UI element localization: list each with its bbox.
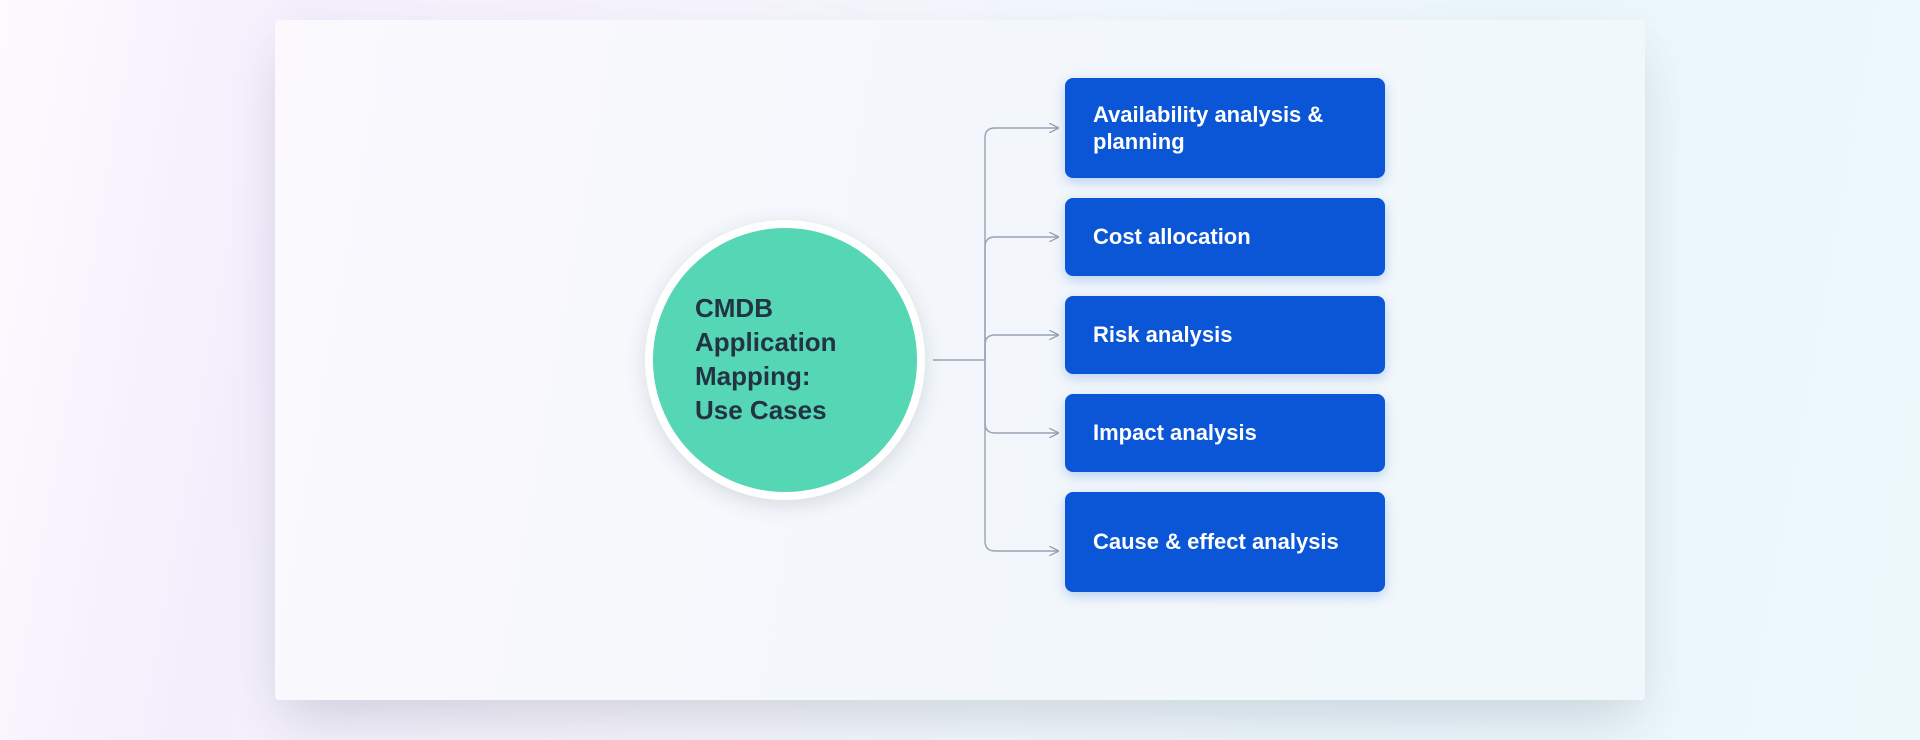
- use-case-label: Cost allocation: [1093, 223, 1251, 251]
- use-case-item: Impact analysis: [1065, 394, 1385, 472]
- center-node: CMDB Application Mapping: Use Cases: [645, 220, 925, 500]
- diagram-card: CMDB Application Mapping: Use Cases Avai…: [275, 20, 1645, 700]
- connector-lines: [275, 20, 1645, 700]
- use-case-item: Availability analysis & planning: [1065, 78, 1385, 178]
- center-node-label: CMDB Application Mapping: Use Cases: [695, 292, 837, 427]
- use-case-label: Availability analysis & planning: [1093, 101, 1357, 156]
- use-case-item: Cost allocation: [1065, 198, 1385, 276]
- use-case-item: Risk analysis: [1065, 296, 1385, 374]
- use-case-label: Cause & effect analysis: [1093, 528, 1339, 556]
- use-case-list: Availability analysis & planning Cost al…: [1065, 78, 1385, 592]
- use-case-label: Risk analysis: [1093, 321, 1232, 349]
- use-case-label: Impact analysis: [1093, 419, 1257, 447]
- use-case-item: Cause & effect analysis: [1065, 492, 1385, 592]
